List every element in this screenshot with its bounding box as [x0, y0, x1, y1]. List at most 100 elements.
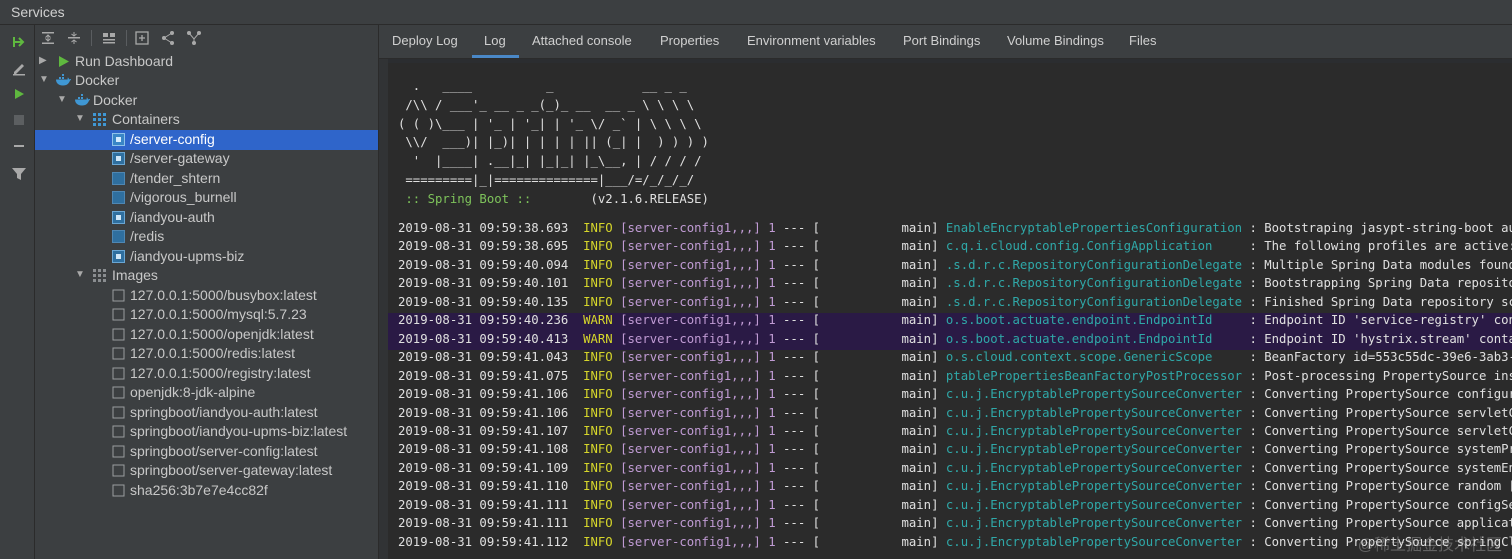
- console-gutter: [379, 59, 388, 559]
- collapse-arrow-icon[interactable]: ▼: [57, 94, 67, 105]
- log-logger: c.u.j.EncryptablePropertySourceConverter: [945, 423, 1243, 438]
- filter-icon[interactable]: [10, 165, 28, 183]
- container-running-icon: [112, 133, 125, 146]
- log-date: 2019-08-31 09:59:40.236: [398, 313, 569, 328]
- log-pid: 1: [768, 460, 776, 475]
- log-line: 2019-08-31 09:59:41.108 INFO [server-con…: [398, 442, 1512, 461]
- log-level: INFO: [583, 221, 613, 235]
- log-line: 2019-08-31 09:59:40.413 WARN [server-con…: [388, 331, 1512, 351]
- collapse-arrow-icon[interactable]: ▼: [39, 74, 49, 85]
- log-logger: o.s.cloud.context.scope.GenericScope: [945, 350, 1243, 365]
- expand-all-icon[interactable]: [39, 29, 57, 47]
- image-icon: [112, 367, 125, 380]
- log-thread: [server-config1,,,]: [620, 331, 761, 346]
- tree-item-label: Containers: [112, 111, 180, 127]
- log-message: : Bootstraping jasypt-string-boot auto c: [1249, 221, 1512, 235]
- tree-item-container[interactable]: /iandyou-upms-biz: [35, 247, 378, 267]
- log-level: INFO: [583, 350, 613, 365]
- expand-arrow-icon[interactable]: ▶: [39, 55, 47, 66]
- log-message: : Converting PropertySource servletConte: [1249, 423, 1512, 438]
- tree-item-label: openjdk:8-jdk-alpine: [130, 384, 256, 400]
- tree-item-image[interactable]: 127.0.0.1:5000/busybox:latest: [35, 286, 378, 306]
- tab-log[interactable]: Log: [484, 33, 506, 48]
- log-line: 2019-08-31 09:59:41.106 INFO [server-con…: [398, 387, 1512, 406]
- stop-icon[interactable]: [10, 111, 28, 129]
- image-icon: [112, 308, 125, 321]
- log-logger: .s.d.r.c.RepositoryConfigurationDelegate: [945, 276, 1243, 291]
- log-separator: --- [ main]: [775, 257, 946, 272]
- log-date: 2019-08-31 09:59:41.075: [398, 368, 569, 383]
- log-thread: [server-config1,,,]: [620, 313, 761, 328]
- tab-volume-bindings[interactable]: Volume Bindings: [1007, 33, 1104, 48]
- log-level: INFO: [583, 405, 613, 420]
- toolbar-separator: [91, 30, 92, 46]
- log-separator: --- [ main]: [775, 294, 946, 309]
- log-pid: 1: [768, 276, 776, 291]
- tree-item-image[interactable]: springboot/iandyou-auth:latest: [35, 403, 378, 423]
- log-line: 2019-08-31 09:59:41.111 INFO [server-con…: [398, 516, 1512, 535]
- log-separator: --- [ main]: [775, 276, 946, 291]
- tree-item-image[interactable]: 127.0.0.1:5000/registry:latest: [35, 364, 378, 384]
- log-separator: --- [ main]: [775, 313, 946, 328]
- collapse-arrow-icon[interactable]: ▼: [75, 113, 85, 124]
- tree-item-image[interactable]: springboot/server-config:latest: [35, 442, 378, 462]
- tab-port-bindings[interactable]: Port Bindings: [903, 33, 980, 48]
- tree-item-image[interactable]: 127.0.0.1:5000/redis:latest: [35, 344, 378, 364]
- group-services-icon[interactable]: [159, 29, 177, 47]
- log-thread: [server-config1,,,]: [620, 239, 761, 254]
- tree-item-docker[interactable]: ▼ Docker: [35, 71, 378, 91]
- tree-item-docker-connection[interactable]: ▼ Docker: [35, 91, 378, 111]
- log-level: INFO: [583, 497, 613, 512]
- log-line: 2019-08-31 09:59:40.236 WARN [server-con…: [388, 313, 1512, 332]
- log-pid: 1: [768, 387, 776, 402]
- log-separator: --- [ main]: [775, 387, 946, 402]
- spring-boot-banner: . ____ _ __ _ _ /\\ / ___'_ __ _ _(_)_ _…: [398, 77, 709, 209]
- log-separator: --- [ main]: [775, 423, 946, 438]
- tree-item-container[interactable]: /tender_shtern: [35, 169, 378, 189]
- collapse-arrow-icon[interactable]: ▼: [75, 269, 85, 280]
- tab-attached-console[interactable]: Attached console: [532, 33, 632, 48]
- tab-properties[interactable]: Properties: [660, 33, 719, 48]
- tree-item-image[interactable]: springboot/iandyou-upms-biz:latest: [35, 422, 378, 442]
- tree-item-label: Run Dashboard: [75, 53, 174, 69]
- tree-item-image[interactable]: 127.0.0.1:5000/mysql:5.7.23: [35, 305, 378, 325]
- log-separator: --- [ main]: [775, 239, 946, 254]
- log-thread: [server-config1,,,]: [620, 460, 761, 475]
- collapse-all-icon[interactable]: [65, 29, 83, 47]
- group-by-type-icon[interactable]: [100, 29, 118, 47]
- log-level: INFO: [583, 387, 613, 402]
- tree-item-container[interactable]: /server-config: [35, 130, 378, 150]
- tab-environment-variables[interactable]: Environment variables: [747, 33, 876, 48]
- log-line: 2019-08-31 09:59:41.106 INFO [server-con…: [398, 406, 1512, 425]
- run-dashboard-icon: [57, 55, 70, 68]
- tree-item-image[interactable]: openjdk:8-jdk-alpine: [35, 383, 378, 403]
- log-date: 2019-08-31 09:59:41.110: [398, 479, 569, 494]
- tab-files[interactable]: Files: [1129, 33, 1156, 48]
- tree-item-containers[interactable]: ▼ Containers: [35, 110, 378, 130]
- tree-item-image[interactable]: 127.0.0.1:5000/openjdk:latest: [35, 325, 378, 345]
- tree-item-run-dashboard[interactable]: ▶ Run Dashboard: [35, 52, 378, 72]
- edit-configuration-icon[interactable]: [10, 59, 28, 77]
- tree-item-container[interactable]: /redis: [35, 227, 378, 247]
- tree-item-container[interactable]: /iandyou-auth: [35, 208, 378, 228]
- log-message: : Converting PropertySource applicationC: [1249, 516, 1512, 531]
- tree-item-container[interactable]: /server-gateway: [35, 149, 378, 169]
- new-service-icon[interactable]: [133, 29, 151, 47]
- log-separator: --- [ main]: [775, 405, 946, 420]
- tree-item-image[interactable]: sha256:3b7e7e4cc82f: [35, 481, 378, 501]
- log-console[interactable]: . ____ _ __ _ _ /\\ / ___'_ __ _ _(_)_ _…: [388, 63, 1512, 559]
- tab-deploy-log[interactable]: Deploy Log: [392, 33, 458, 48]
- tree-item-container[interactable]: /vigorous_burnell: [35, 188, 378, 208]
- log-logger: c.u.j.EncryptablePropertySourceConverter: [945, 534, 1243, 549]
- split-services-icon[interactable]: [185, 29, 203, 47]
- tree-item-images[interactable]: ▼ Images: [35, 266, 378, 286]
- rerun-icon[interactable]: [10, 33, 28, 51]
- banner-line: =========|_|==============|___/=/_/_/_/: [398, 172, 695, 187]
- log-pid: 1: [768, 423, 776, 438]
- log-level: INFO: [583, 257, 613, 272]
- run-icon[interactable]: [10, 85, 28, 103]
- log-message: : Multiple Spring Data modules found, en: [1249, 257, 1512, 272]
- tree-item-image[interactable]: springboot/server-gateway:latest: [35, 461, 378, 481]
- remove-icon[interactable]: [10, 137, 28, 155]
- log-pid: 1: [768, 405, 776, 420]
